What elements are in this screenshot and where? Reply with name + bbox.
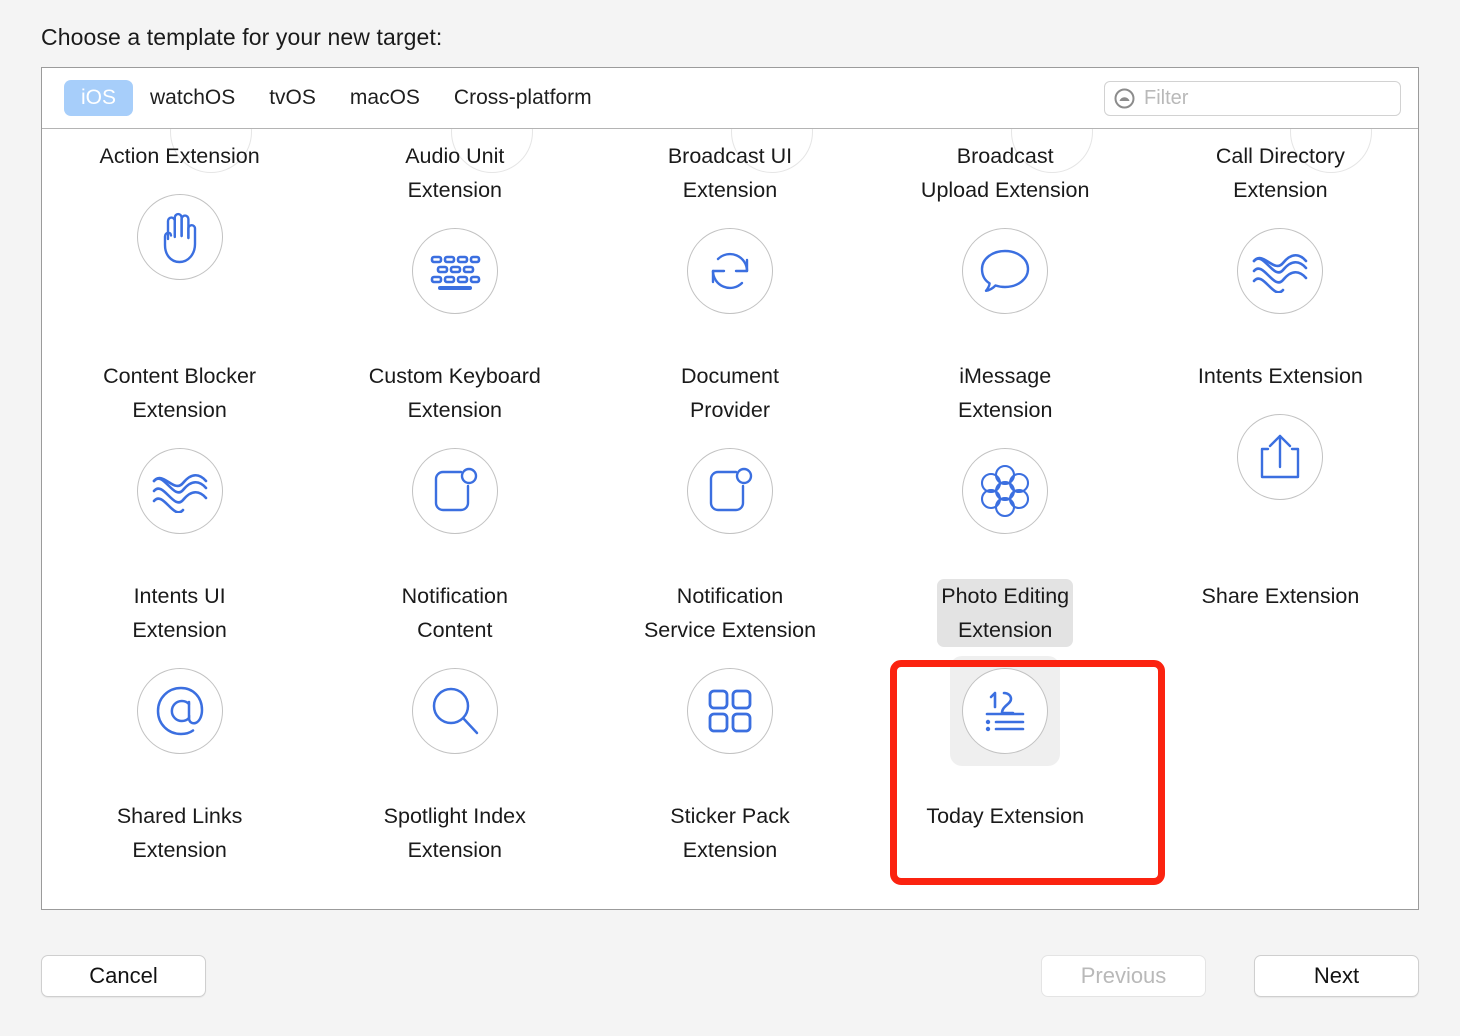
template-cell[interactable]: Content Blocker Extension — [42, 349, 317, 569]
template-icon-container — [1225, 402, 1335, 512]
template-icon-container — [400, 656, 510, 766]
template-cell[interactable]: iMessage Extension — [868, 349, 1143, 569]
template-icon-container — [125, 436, 235, 546]
next-button[interactable]: Next — [1254, 955, 1419, 997]
template-cell[interactable]: Document Provider — [592, 349, 867, 569]
template-icon-container — [400, 216, 510, 326]
share-upload-icon — [1237, 414, 1324, 500]
template-label: iMessage Extension — [957, 364, 1053, 422]
tab-watchos[interactable]: watchOS — [133, 80, 252, 116]
template-cell[interactable]: Sticker Pack Extension — [592, 789, 867, 909]
template-cell[interactable]: Shared Links Extension — [42, 789, 317, 909]
template-label: Photo Editing Extension — [937, 579, 1074, 647]
template-label: Notification Service Extension — [643, 584, 817, 642]
template-cell[interactable]: Audio Unit Extension — [317, 129, 592, 349]
template-label: Call Directory Extension — [1215, 144, 1345, 202]
cancel-button[interactable]: Cancel — [41, 955, 206, 997]
at-sign-icon — [136, 668, 223, 754]
template-label: Document Provider — [680, 364, 779, 422]
template-label: Share Extension — [1201, 584, 1360, 608]
template-grid: Action Extension Audio Unit Extension Br… — [42, 129, 1418, 909]
crossing-waves-icon — [136, 448, 223, 534]
platform-tabs: iOS watchOS tvOS macOS Cross-platform — [64, 68, 609, 128]
template-label: Notification Content — [401, 584, 508, 642]
template-label: Broadcast UI Extension — [667, 144, 793, 202]
template-cell[interactable]: Intents Extension — [1143, 349, 1418, 569]
rounded-square-badge-icon — [686, 448, 773, 534]
template-icon-container — [675, 436, 785, 546]
template-label: Action Extension — [99, 144, 260, 168]
template-label: Today Extension — [926, 804, 1085, 828]
filter-input[interactable]: Filter — [1104, 81, 1401, 116]
template-cell[interactable]: Intents UI Extension — [42, 569, 317, 789]
tab-ios[interactable]: iOS — [64, 80, 134, 116]
template-cell[interactable]: Broadcast UI Extension — [592, 129, 867, 349]
template-label: Content Blocker Extension — [103, 364, 257, 422]
template-icon-container — [1225, 216, 1335, 326]
rosette-flower-icon — [962, 448, 1049, 534]
template-icon-container — [950, 656, 1061, 766]
today-calendar-list-icon — [962, 668, 1049, 754]
template-cell[interactable]: Spotlight Index Extension — [317, 789, 592, 909]
magnifier-icon — [411, 668, 498, 754]
template-label: Custom Keyboard Extension — [368, 364, 541, 422]
template-cell[interactable]: Notification Content — [317, 569, 592, 789]
previous-button[interactable]: Previous — [1041, 955, 1206, 997]
speech-bubble-icon — [962, 228, 1049, 314]
rounded-square-badge-icon — [411, 448, 498, 534]
template-cell[interactable] — [1143, 789, 1418, 909]
template-cell[interactable]: Share Extension — [1143, 569, 1418, 789]
template-label: Broadcast Upload Extension — [920, 144, 1090, 202]
filter-placeholder-text: Filter — [1144, 87, 1189, 109]
template-icon-container — [400, 436, 510, 546]
template-icon-container — [125, 656, 235, 766]
template-label: Spotlight Index Extension — [383, 804, 526, 862]
grid-four-squares-icon — [686, 668, 773, 754]
template-cell[interactable]: Call Directory Extension — [1143, 129, 1418, 349]
template-label: Sticker Pack Extension — [670, 804, 790, 862]
keyboard-icon — [411, 228, 498, 314]
template-cell[interactable]: Notification Service Extension — [592, 569, 867, 789]
template-label: Audio Unit Extension — [405, 144, 505, 202]
filter-circle-icon — [1114, 88, 1135, 109]
template-cell[interactable]: Custom Keyboard Extension — [317, 349, 592, 569]
template-label: Intents UI Extension — [132, 584, 227, 642]
page-title: Choose a template for your new target: — [41, 24, 443, 50]
template-chooser-panel: iOS watchOS tvOS macOS Cross-platform Filter… — [41, 67, 1419, 910]
template-icon-container — [125, 182, 235, 292]
hand-icon — [136, 194, 223, 280]
tab-macos[interactable]: macOS — [333, 80, 437, 116]
template-label: Intents Extension — [1197, 364, 1363, 388]
template-cell[interactable]: Photo Editing Extension — [868, 569, 1143, 789]
template-cell[interactable]: Action Extension — [42, 129, 317, 349]
tab-tvos[interactable]: tvOS — [252, 80, 333, 116]
crossing-waves-icon — [1237, 228, 1324, 314]
template-label: Shared Links Extension — [116, 804, 243, 862]
tab-cross-platform[interactable]: Cross-platform — [437, 80, 609, 116]
template-cell[interactable]: Broadcast Upload Extension — [868, 129, 1143, 349]
template-icon-container — [950, 216, 1060, 326]
template-grid-scroll-area[interactable]: Action Extension Audio Unit Extension Br… — [42, 129, 1418, 909]
template-icon-container — [675, 656, 785, 766]
panel-header: iOS watchOS tvOS macOS Cross-platform Filter — [42, 68, 1418, 129]
template-cell[interactable]: Today Extension — [868, 789, 1143, 909]
template-icon-container — [675, 216, 785, 326]
refresh-circular-arrows-icon — [686, 228, 773, 314]
template-icon-container — [950, 436, 1060, 546]
